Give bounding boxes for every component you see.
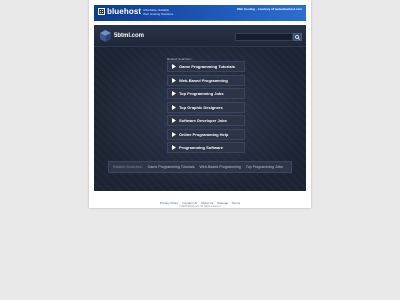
related-link[interactable]: Top Graphic Designers [167,101,245,113]
related-link-label: Top Graphic Designers [179,104,223,110]
play-arrow-icon [169,76,178,85]
cube-icon [100,30,111,42]
search-input[interactable] [235,33,293,41]
related-link[interactable]: Game Programming Tutorials [167,61,245,72]
play-arrow-icon [169,143,178,152]
panel-header: 5btml.com [94,25,306,47]
play-arrow-icon [169,62,178,71]
related-bar-link[interactable]: Web-Based Programming [200,165,241,169]
related-link-label: Top Programming Jobs [179,91,224,96]
banner-tagline-line2: Web Hosting Solutions [143,12,174,16]
play-arrow-icon [169,103,178,112]
footer-copyright: © 2025 5btml.com. All rights reserved. [178,205,222,208]
related-searches-list: Game Programming Tutorials Web-Based Pro… [167,61,245,156]
related-link-label: Programming Software [179,145,224,150]
play-arrow-icon [169,89,178,98]
related-bar-heading: Related Searches: [113,165,143,169]
related-link-label: Web-Based Programming [179,77,228,83]
related-searches-bar: Related Searches: Game Programming Tutor… [108,161,292,173]
related-link[interactable]: Programming Software [167,142,245,153]
bluehost-brand: bluehost [107,7,142,16]
related-bar-link[interactable]: Top Programming Jobs [246,165,283,169]
bluehost-logo: bluehost [98,7,141,16]
site-title: 5btml.com [114,33,145,39]
related-link-label: Game Programming Tutorials [179,64,235,69]
search-icon [295,34,300,40]
bluehost-logo-icon [98,8,105,15]
search-button[interactable] [293,33,302,41]
banner-courtesy-text: Web Hosting - courtesy of www.bluehost.c… [236,7,302,11]
related-bar-link[interactable]: Game Programming Tutorials [148,165,195,169]
banner-tagline: Affordable, Reliable Web Hosting Solutio… [143,8,173,16]
related-link[interactable]: Top Programming Jobs [167,88,245,99]
related-link-label: Software Developer Jobs [179,118,227,123]
related-link[interactable]: Software Developer Jobs [167,115,245,126]
related-link[interactable]: Online Programming Help [167,128,245,140]
bluehost-banner[interactable]: bluehost Affordable, Reliable Web Hostin… [94,5,306,21]
related-link[interactable]: Web-Based Programming [167,74,245,86]
related-link-label: Online Programming Help [179,131,229,137]
play-arrow-icon [169,116,178,125]
page-container: bluehost Affordable, Reliable Web Hostin… [89,0,311,208]
play-arrow-icon [169,130,178,139]
parked-domain-panel: 5btml.com Related Searches: Game Program… [94,25,306,191]
